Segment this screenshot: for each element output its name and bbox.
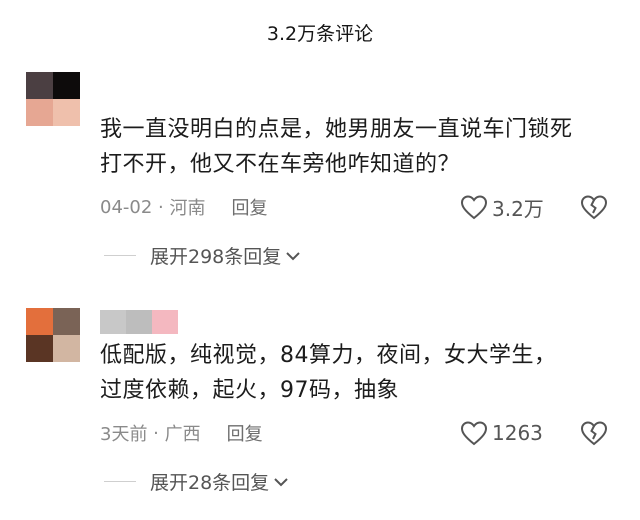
meta-separator: · — [152, 196, 170, 218]
like-count: 3.2万 — [492, 196, 544, 221]
meta-separator: · — [147, 422, 165, 444]
comment-meta: 3天前 · 广西 回复 — [100, 418, 263, 448]
dislike-button[interactable] — [580, 418, 608, 448]
expand-divider — [104, 481, 136, 482]
reply-button[interactable]: 回复 — [231, 194, 267, 220]
heart-outline-icon — [460, 421, 488, 446]
username-redacted[interactable] — [100, 310, 178, 334]
comment-text: 我一直没明白的点是，她男朋友一直说车门锁死 打不开，他又不在车旁他咋知道的？ — [100, 112, 573, 182]
expand-replies-button[interactable]: 展开298条回复 — [104, 242, 301, 269]
comment-text: 低配版，纯视觉，84算力，夜间，女大学生， 过度依赖，起火，97码，抽象 — [100, 338, 557, 408]
comment-date: 3天前 — [100, 424, 148, 445]
broken-heart-icon — [580, 421, 608, 446]
like-button[interactable]: 3.2万 — [460, 192, 544, 222]
comment-text-line: 打不开，他又不在车旁他咋知道的？ — [100, 152, 461, 177]
like-count: 1263 — [492, 421, 543, 445]
reply-button[interactable]: 回复 — [227, 420, 263, 446]
comment-text-line: 我一直没明白的点是，她男朋友一直说车门锁死 — [100, 117, 573, 142]
expand-divider — [104, 255, 136, 256]
comment-location: 河南 — [169, 198, 206, 219]
dislike-button[interactable] — [580, 192, 608, 222]
avatar[interactable] — [26, 72, 80, 126]
comments-count-title: 3.2万条评论 — [266, 22, 374, 45]
chevron-down-icon — [286, 251, 300, 260]
avatar[interactable] — [26, 308, 80, 362]
like-button[interactable]: 1263 — [460, 418, 543, 448]
comment-meta: 04-02 · 河南 回复 — [100, 192, 267, 222]
expand-replies-label: 展开298条回复 — [150, 246, 282, 268]
chevron-down-icon — [274, 477, 288, 486]
comment-text-line: 低配版，纯视觉，84算力，夜间，女大学生， — [100, 343, 557, 368]
expand-replies-label: 展开28条回复 — [150, 472, 270, 494]
expand-replies-button[interactable]: 展开28条回复 — [104, 468, 289, 495]
comments-count-header: 3.2万条评论 — [0, 0, 640, 64]
broken-heart-icon — [580, 195, 608, 220]
comment-text-line: 过度依赖，起火，97码，抽象 — [100, 378, 399, 403]
comment-location: 广西 — [164, 424, 201, 445]
comment-date: 04-02 — [100, 196, 153, 218]
heart-outline-icon — [460, 195, 488, 220]
